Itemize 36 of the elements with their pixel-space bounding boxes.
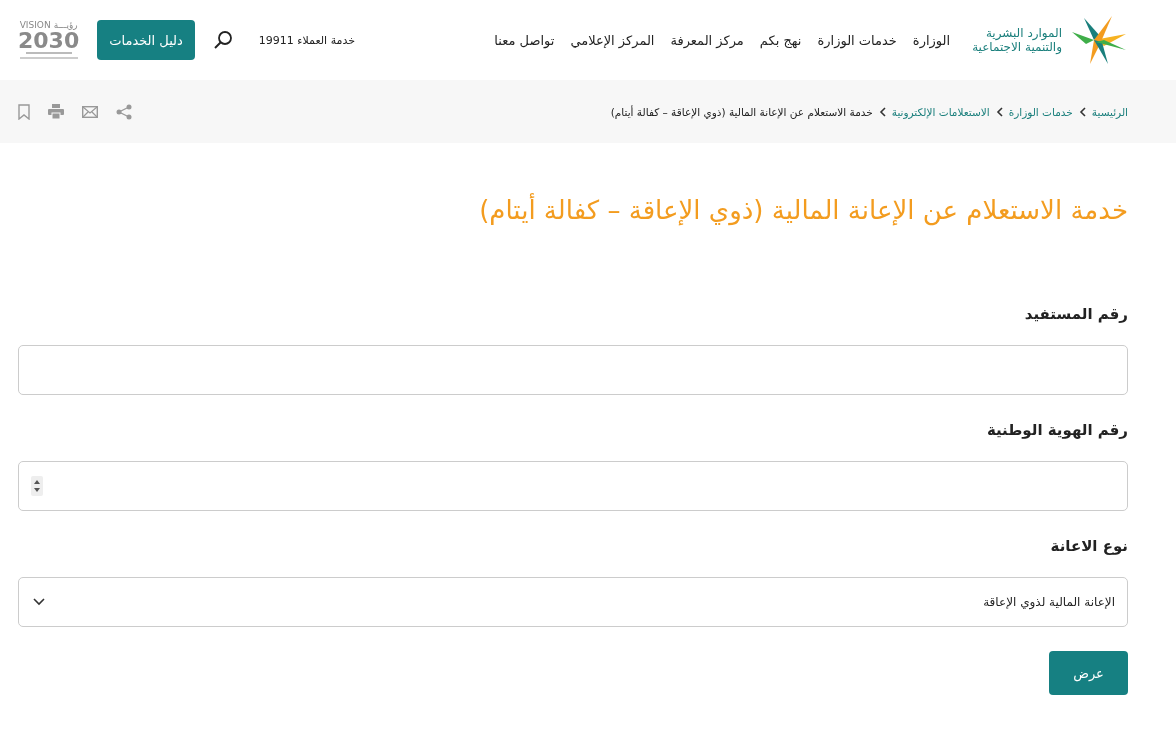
input-field[interactable] (18, 461, 1128, 511)
breadcrumb-link[interactable]: الرئيسية (1091, 105, 1128, 118)
chevron-icon (1078, 106, 1086, 117)
spinner-icon[interactable] (31, 476, 43, 496)
print-icon[interactable] (48, 104, 64, 119)
nav-link[interactable]: خدمات الوزارة (817, 32, 897, 48)
customer-service-number: خدمة العملاء 19911 (258, 33, 355, 47)
search-icon[interactable] (212, 30, 233, 50)
nav-link[interactable]: مركز المعرفة (670, 32, 744, 48)
chevron-icon (995, 106, 1003, 117)
nav-link[interactable]: تواصل معنا (494, 32, 555, 48)
current-page-text: خدمة الاستعلام عن الإعانة المالية (ذوي الإعاقة – كفالة أيتام) (610, 105, 873, 118)
nav-link[interactable]: نهج بكم (759, 32, 802, 48)
submit-button[interactable]: عرض (1049, 651, 1128, 695)
field-label: رقم المستفيد (1024, 305, 1128, 323)
vision-logo-text: رؤيـــة (53, 20, 78, 30)
logo-stripes-drawing (19, 51, 78, 60)
services-guide-button[interactable]: دليل الخدمات (97, 20, 195, 60)
breadcrumb-link[interactable]: خدمات الوزارة (1008, 105, 1073, 118)
field-label: نوع الاعانة (1050, 537, 1128, 555)
chevron-icon (878, 106, 886, 117)
vision-logo-text: VISION (19, 20, 51, 30)
breadcrumb-link[interactable]: الاستعلامات الإلكترونية (891, 105, 990, 118)
field-label: رقم الهوية الوطنية (986, 421, 1128, 439)
vision-logo-year: 2030 (18, 29, 80, 52)
input-field[interactable] (18, 345, 1128, 395)
nav-link[interactable]: الوزارة (912, 32, 951, 48)
mail-icon[interactable] (82, 105, 98, 118)
bookmark-icon[interactable] (18, 103, 30, 120)
chevron-down-icon (33, 598, 45, 606)
dropdown[interactable]: الإعانة المالية لذوي الإعاقة (18, 577, 1128, 627)
nav-link[interactable]: المركز الإعلامي (570, 32, 655, 48)
share-icon[interactable] (116, 103, 132, 120)
logo-text: والتنمية الاجتماعية (972, 40, 1062, 54)
logo-text: الموارد البشرية (984, 26, 1062, 40)
page-title: خدمة الاستعلام عن الإعانة المالية (ذوي الإعاقة – كفالة أيتام) (478, 195, 1128, 225)
